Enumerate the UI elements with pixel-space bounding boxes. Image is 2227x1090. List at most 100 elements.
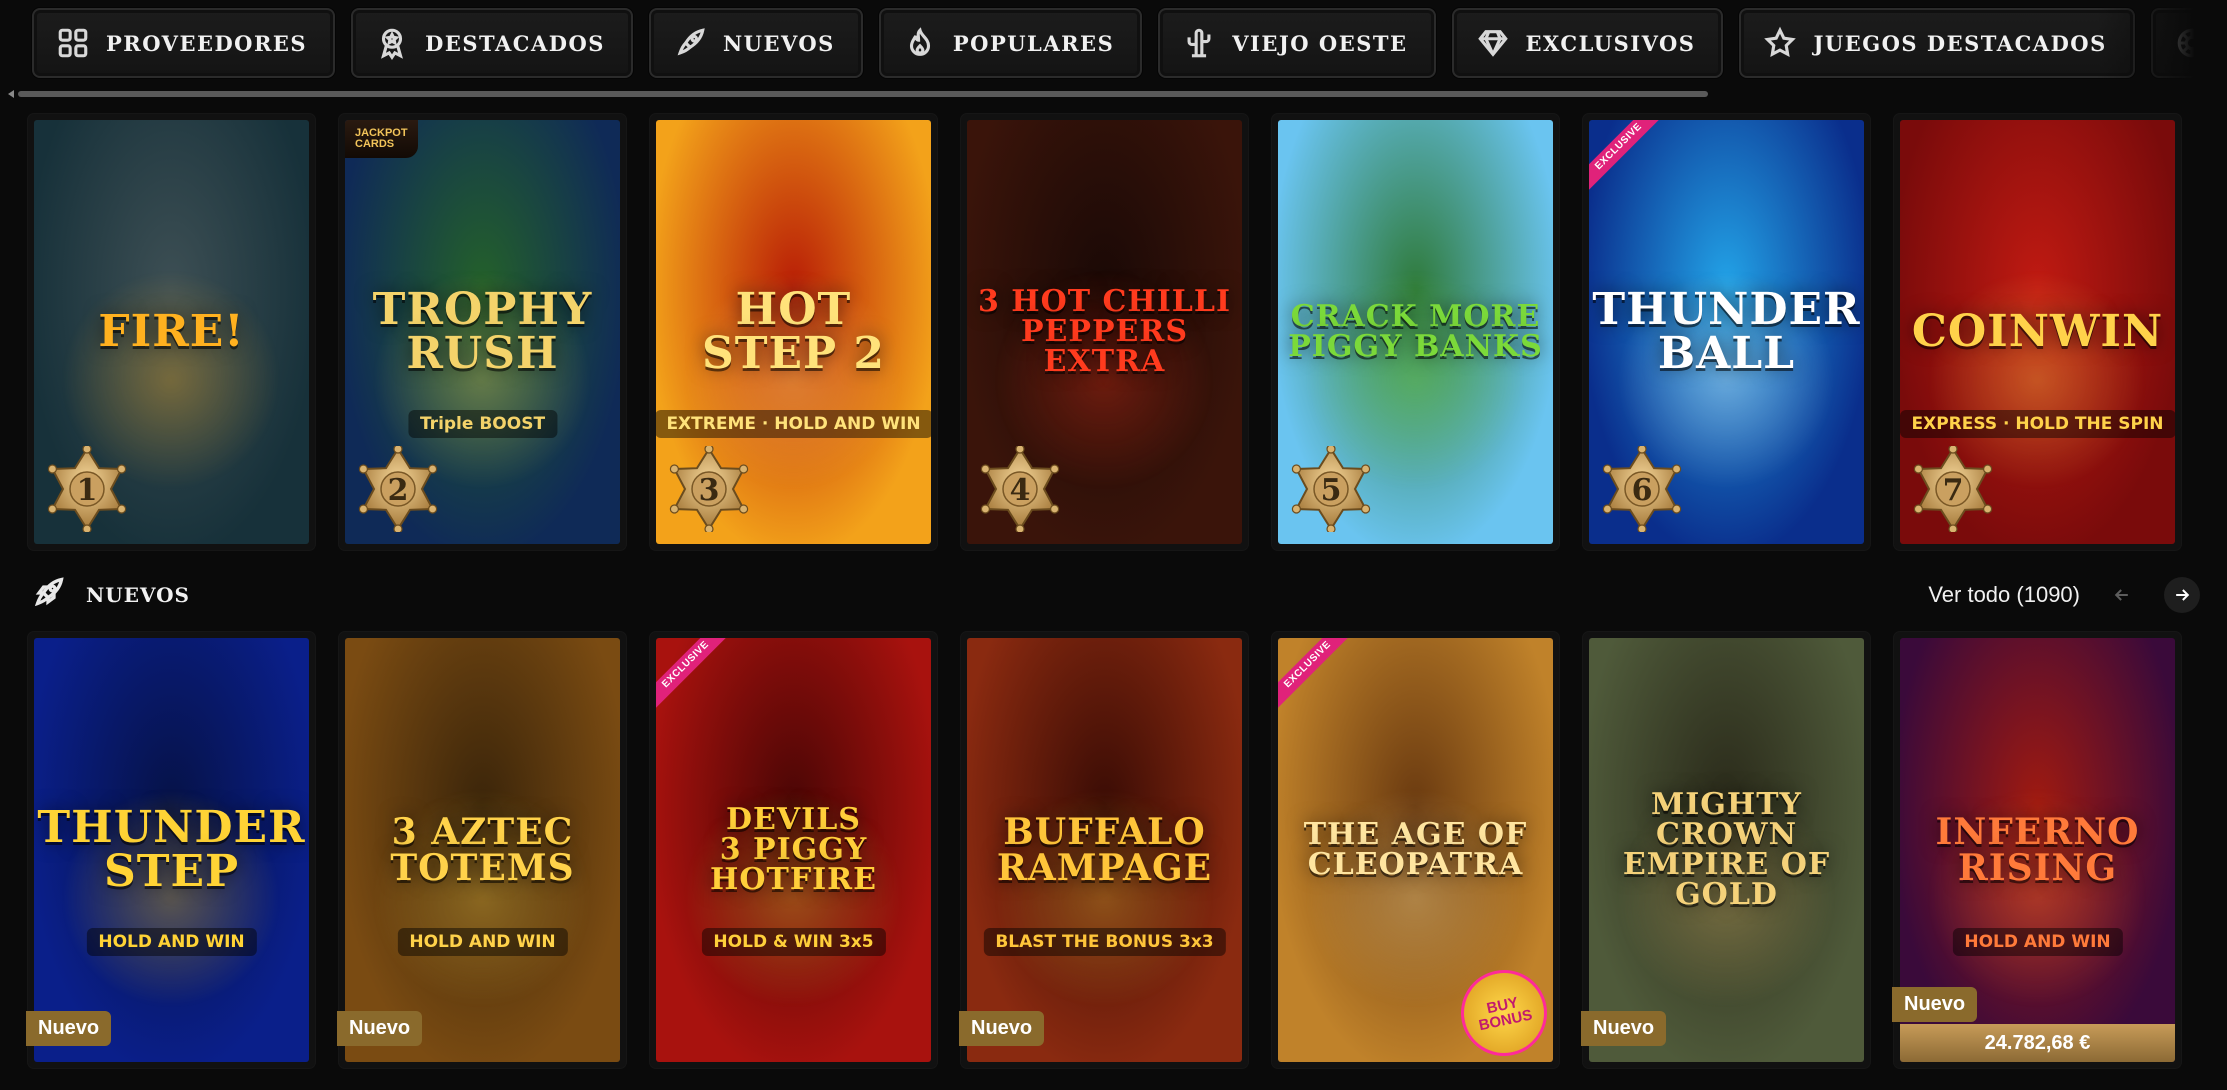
new-badge: Nuevo [1892, 987, 1978, 1022]
rank-star-badge: 6 [1599, 444, 1685, 534]
category-label: NUEVOS [722, 30, 835, 56]
category-button-3[interactable]: NUEVOS [648, 8, 863, 78]
scroll-left-arrow-icon[interactable] [8, 90, 14, 98]
category-button-1[interactable]: PROVEEDORES [32, 8, 336, 78]
next-button[interactable] [2164, 577, 2200, 613]
game-title: MIGHTY CROWN EMPIRE OF GOLD [1622, 787, 1831, 912]
new-game-card[interactable]: DEVILS 3 PIGGY HOTFIRE HOLD & WIN 3x5 EXCL… [650, 632, 937, 1068]
star-icon [1761, 24, 1799, 62]
jackpot-cards-logo: JACKPOT CARDS [345, 120, 418, 158]
game-thumbnail: 3 AZTEC TOTEMS HOLD AND WIN [345, 638, 620, 1062]
game-subtitle: Triple BOOST [407, 410, 558, 438]
game-subtitle: HOLD AND WIN [397, 928, 568, 956]
new-badge: Nuevo [26, 1011, 112, 1046]
category-button-6[interactable]: EXCLUSIVOS [1451, 8, 1724, 78]
game-title: 3 AZTEC TOTEMS [390, 811, 575, 889]
game-title: INFERNO RISING [1935, 811, 2140, 889]
roulette-icon [2173, 24, 2211, 62]
category-button-2[interactable]: DESTACADOS [351, 8, 633, 78]
new-game-card[interactable]: THUNDER STEP HOLD AND WIN Nuevo [26, 632, 315, 1068]
game-subtitle: EXPRESS · HOLD THE SPIN [1900, 410, 2175, 438]
game-title: THUNDER STEP [37, 802, 306, 897]
exclusive-ribbon: EXCLUSIVE [1278, 638, 1357, 714]
game-title: HOT STEP 2 [701, 284, 886, 379]
featured-game-card[interactable]: HOT STEP 2 EXTREME · HOLD AND WIN 3 [650, 114, 937, 550]
exclusive-ribbon: EXCLUSIVE [1589, 120, 1668, 196]
game-title: COINWIN [1911, 306, 2164, 357]
featured-game-card[interactable]: THUNDER BALL EXCLUSIVE 6 [1583, 114, 1870, 550]
featured-game-card[interactable]: CRACK MORE PIGGY BANKS 5 [1272, 114, 1559, 550]
rank-star-badge: 3 [666, 444, 752, 534]
section-controls: Ver todo (1090) [1928, 577, 2200, 613]
game-thumbnail: 3 HOT CHILLI PEPPERS EXTRA 4 [967, 120, 1242, 544]
new-game-card[interactable]: 3 AZTEC TOTEMS HOLD AND WIN Nuevo [337, 632, 626, 1068]
rank-number: 2 [387, 472, 409, 508]
rank-number: 3 [698, 472, 720, 508]
game-thumbnail: COINWIN EXPRESS · HOLD THE SPIN 7 [1900, 120, 2175, 544]
grid-icon [54, 24, 92, 62]
featured-games-row: FIRE! 1 TROPHY RUSH Triple BOOST JACKPOT CAR… [28, 114, 2181, 550]
category-nav: PROVEEDORES DESTACADOS NUEVOS POPULARES VIEJ… [0, 0, 2227, 86]
category-button-8[interactable]: RULETA [2150, 8, 2227, 78]
featured-game-card[interactable]: COINWIN EXPRESS · HOLD THE SPIN 7 [1894, 114, 2181, 550]
category-label: POPULARES [952, 30, 1115, 56]
rocket-icon [671, 24, 709, 62]
diamond-icon [1474, 24, 1512, 62]
rank-number: 5 [1320, 472, 1342, 508]
rank-star-badge: 7 [1910, 444, 1996, 534]
new-game-card[interactable]: THE AGE OF CLEOPATRA EXCLUSIVE BUY BONUS [1272, 632, 1559, 1068]
game-title: FIRE! [98, 306, 245, 357]
featured-game-card[interactable]: FIRE! 1 [28, 114, 315, 550]
nuevos-section-header: NUEVOS Ver todo (1090) [30, 573, 2200, 617]
category-scrollbar[interactable] [8, 90, 1708, 98]
game-thumbnail: THUNDER BALL EXCLUSIVE 6 [1589, 120, 1864, 544]
game-title: BUFFALO RAMPAGE [996, 811, 1213, 889]
cactus-icon [1180, 24, 1218, 62]
arrow-left-icon [2114, 589, 2128, 601]
category-label: DESTACADOS [425, 30, 605, 56]
rank-number: 4 [1009, 472, 1031, 508]
rank-star-badge: 2 [355, 444, 441, 534]
category-button-7[interactable]: JUEGOS DESTACADOS [1739, 8, 2135, 78]
category-label: JUEGOS DESTACADOS [1813, 30, 2107, 56]
scrollbar-thumb[interactable] [18, 91, 1708, 97]
rank-star-badge: 5 [1288, 444, 1374, 534]
category-label: PROVEEDORES [106, 30, 308, 56]
game-subtitle: HOLD & WIN 3x5 [701, 928, 886, 956]
casino-lobby: PROVEEDORES DESTACADOS NUEVOS POPULARES VIEJ… [0, 0, 2227, 1090]
jackpot-amount: 24.782,68 € [1900, 1024, 2175, 1062]
featured-game-card[interactable]: TROPHY RUSH Triple BOOST JACKPOT CARDS 2 [339, 114, 626, 550]
arrow-right-icon [2176, 589, 2190, 601]
view-all-link[interactable]: Ver todo (1090) [1928, 582, 2080, 608]
game-thumbnail: HOT STEP 2 EXTREME · HOLD AND WIN 3 [656, 120, 931, 544]
game-title: TROPHY RUSH [372, 284, 593, 379]
rank-star-badge: 1 [44, 444, 130, 534]
game-thumbnail: BUFFALO RAMPAGE BLAST THE BONUS 3x3 [967, 638, 1242, 1062]
nuevos-games-row: THUNDER STEP HOLD AND WIN Nuevo 3 AZTEC TOT… [26, 632, 2181, 1068]
game-title: 3 HOT CHILLI PEPPERS EXTRA [977, 284, 1232, 379]
previous-button[interactable] [2104, 577, 2140, 613]
new-badge: Nuevo [959, 1011, 1045, 1046]
rocket-icon [30, 575, 66, 615]
game-thumbnail: DEVILS 3 PIGGY HOTFIRE HOLD & WIN 3x5 EXCL… [656, 638, 931, 1062]
new-game-card[interactable]: INFERNO RISING HOLD AND WIN Nuevo 24.782,68… [1892, 632, 2181, 1068]
game-subtitle: EXTREME · HOLD AND WIN [656, 410, 931, 438]
new-game-card[interactable]: BUFFALO RAMPAGE BLAST THE BONUS 3x3 Nuevo [959, 632, 1248, 1068]
game-subtitle: HOLD AND WIN [86, 928, 257, 956]
section-title: NUEVOS [86, 583, 190, 607]
game-thumbnail: TROPHY RUSH Triple BOOST JACKPOT CARDS 2 [345, 120, 620, 544]
rank-number: 6 [1631, 472, 1653, 508]
category-button-4[interactable]: POPULARES [878, 8, 1143, 78]
game-subtitle: BLAST THE BONUS 3x3 [983, 928, 1226, 956]
new-game-card[interactable]: MIGHTY CROWN EMPIRE OF GOLD Nuevo [1581, 632, 1870, 1068]
game-thumbnail: CRACK MORE PIGGY BANKS 5 [1278, 120, 1553, 544]
category-button-5[interactable]: VIEJO OESTE [1158, 8, 1436, 78]
exclusive-ribbon: EXCLUSIVE [656, 638, 735, 714]
category-label: EXCLUSIVOS [1525, 30, 1696, 56]
game-title: CRACK MORE PIGGY BANKS [1288, 299, 1543, 364]
new-badge: Nuevo [337, 1011, 423, 1046]
game-title: THE AGE OF CLEOPATRA [1303, 817, 1528, 882]
game-thumbnail: THE AGE OF CLEOPATRA EXCLUSIVE BUY BONUS [1278, 638, 1553, 1062]
badge-star-icon [373, 24, 411, 62]
featured-game-card[interactable]: 3 HOT CHILLI PEPPERS EXTRA 4 [961, 114, 1248, 550]
